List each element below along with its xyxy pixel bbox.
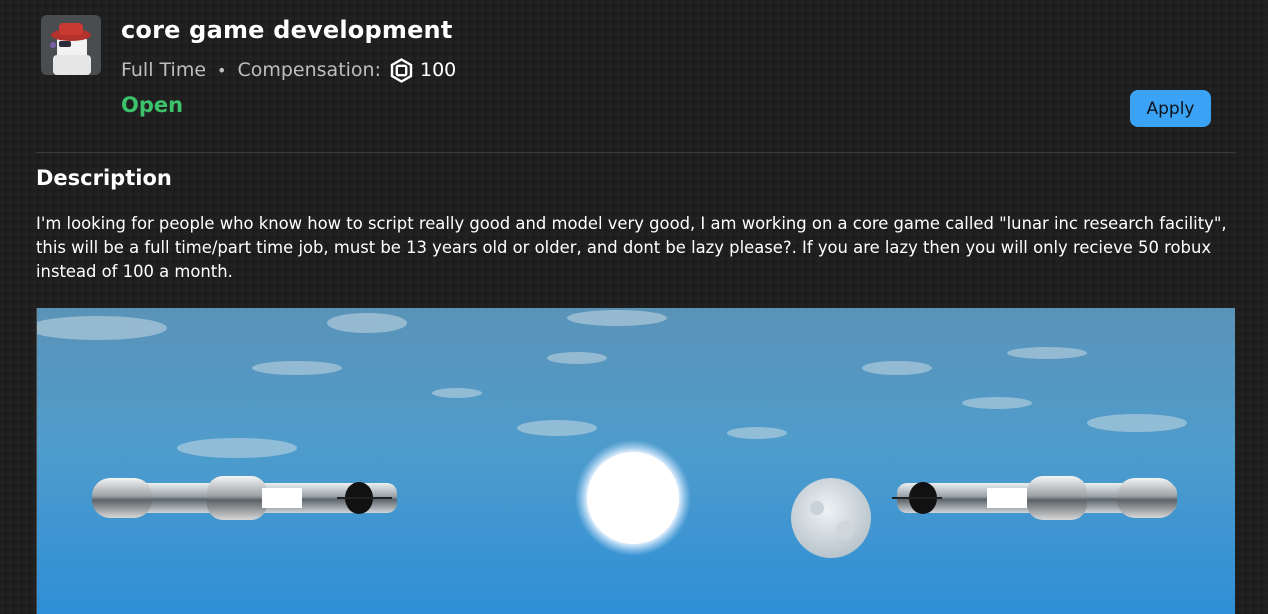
job-title: core game development	[121, 16, 453, 44]
status-badge: Open	[121, 93, 184, 117]
description-heading: Description	[36, 166, 172, 190]
job-post-page: core game development Full Time • Compen…	[0, 0, 1268, 614]
meta-separator: •	[217, 60, 227, 80]
game-screenshot-image	[37, 308, 1235, 614]
apply-button[interactable]: Apply	[1130, 90, 1211, 127]
compensation-label: Compensation:	[237, 59, 381, 81]
compensation-amount: 100	[420, 59, 457, 81]
job-meta: Full Time • Compensation: 100	[121, 57, 456, 83]
game-screenshot	[36, 308, 1235, 614]
description-text: I'm looking for people who know how to s…	[36, 214, 1227, 281]
divider	[36, 152, 1236, 153]
job-type: Full Time	[121, 59, 207, 81]
avatar-icon	[41, 15, 101, 75]
robux-icon	[389, 57, 414, 83]
avatar	[41, 15, 101, 75]
